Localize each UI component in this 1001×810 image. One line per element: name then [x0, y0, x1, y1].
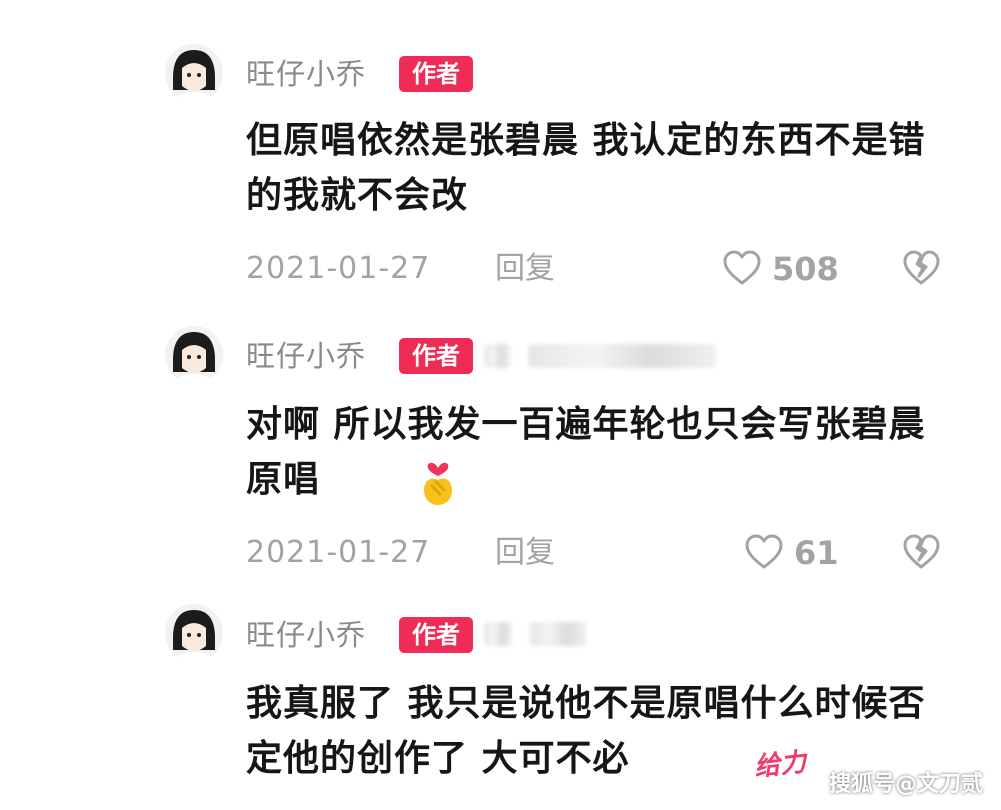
reply-button[interactable]: 回复	[495, 535, 555, 571]
redacted-text	[484, 622, 512, 646]
avatar[interactable]	[165, 44, 223, 102]
redacted-text	[528, 344, 716, 368]
author-badge: 作者	[399, 338, 473, 374]
comment-text: 但原唱依然是张碧晨 我认定的东西不是错的我就不会改	[246, 120, 926, 216]
comment-text-content: 我真服了 我只是说他不是原唱什么时候否定他的创作了 大可不必	[246, 683, 926, 779]
author-badge: 作者	[399, 56, 473, 92]
comment-date: 2021-01-27	[246, 535, 431, 570]
redacted-text	[530, 622, 586, 646]
sticker-label: 给力	[752, 747, 808, 783]
comment-date: 2021-01-27	[246, 251, 431, 286]
reply-button[interactable]: 回复	[495, 251, 555, 287]
like-count: 508	[772, 250, 839, 288]
heart-outline-icon[interactable]	[744, 534, 784, 570]
broken-heart-icon[interactable]	[902, 534, 940, 570]
username[interactable]: 旺仔小乔	[246, 338, 366, 374]
avatar[interactable]	[165, 326, 223, 384]
avatar[interactable]	[165, 604, 223, 662]
comment-text: 对啊 所以我发一百遍年轮也只会写张碧晨原唱	[246, 397, 946, 507]
author-badge: 作者	[399, 617, 473, 653]
watermark: 搜狐号@文刀贰	[828, 772, 983, 797]
comment-text-content: 对啊 所以我发一百遍年轮也只会写张碧晨原唱	[246, 404, 926, 500]
broken-heart-icon[interactable]	[902, 250, 940, 286]
finger-heart-emoji	[418, 458, 458, 506]
redacted-text	[484, 344, 510, 368]
like-count: 61	[794, 534, 839, 572]
heart-outline-icon[interactable]	[722, 250, 762, 286]
username[interactable]: 旺仔小乔	[246, 617, 366, 653]
username[interactable]: 旺仔小乔	[246, 56, 366, 92]
